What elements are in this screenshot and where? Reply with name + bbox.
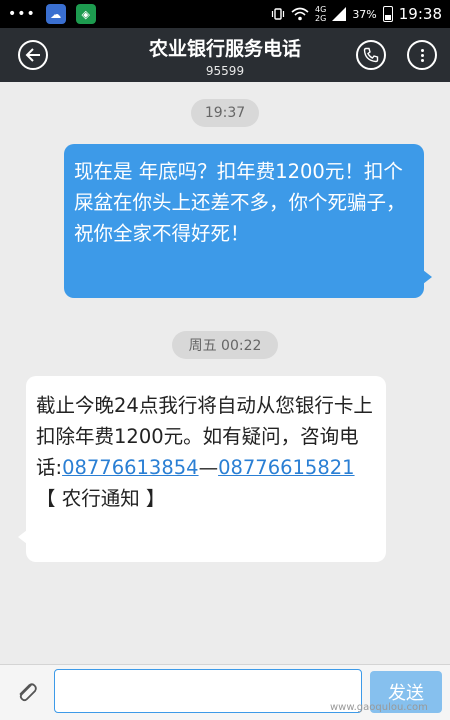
security-app-icon: ◈ (75, 4, 96, 24)
watermark-text: www.gaoqulou.com (330, 702, 428, 713)
more-options-button[interactable] (407, 40, 437, 70)
call-button[interactable] (356, 40, 386, 70)
conversation-header: 农业银行服务电话 95599 (0, 28, 450, 82)
wifi-icon (291, 7, 309, 21)
sent-message-bubble[interactable]: 现在是 年底吗？扣年费1200元！扣个屎盆在你头上还差不多，你个死骗子，祝你全家… (64, 144, 432, 298)
signal-icon (332, 7, 347, 21)
weather-app-icon: ☁ (45, 4, 66, 24)
phone-icon (363, 47, 379, 63)
received-message-signature: 【 农行通知 】 (36, 487, 166, 510)
message-input[interactable] (54, 669, 362, 713)
network-type-secondary: 2G (315, 14, 327, 23)
phone-link[interactable]: 08776613854 (62, 456, 198, 479)
more-dot-icon (420, 58, 424, 62)
sent-message-text: 现在是 年底吗？扣年费1200元！扣个屎盆在你头上还差不多，你个死骗子，祝你全家… (74, 160, 406, 245)
more-dot-icon (420, 48, 424, 52)
message-timestamp: 周五 00:22 (172, 331, 278, 359)
received-message-bubble[interactable]: 截止今晚24点我行将自动从您银行卡上扣除年费1200元。如有疑问，咨询电话:08… (18, 376, 386, 562)
status-right: 4G 2G 37% 19:38 (271, 5, 442, 23)
vibrate-icon (271, 8, 285, 20)
battery-percent: 37% (352, 7, 377, 21)
attach-button[interactable] (14, 679, 40, 705)
network-indicator: 4G 2G (315, 5, 326, 23)
more-dot-icon (420, 53, 424, 57)
phone-separator: — (198, 456, 219, 479)
status-clock: 19:38 (398, 5, 442, 23)
paperclip-icon (19, 683, 37, 702)
network-type: 4G (315, 5, 327, 14)
contact-number: 95599 (205, 64, 245, 78)
notification-dots: ••• (8, 6, 36, 22)
message-timestamp: 19:37 (191, 99, 259, 127)
phone-link[interactable]: 08776615821 (218, 456, 354, 479)
status-bar: ••• ☁ ◈ 4G 2G 37% 19:38 (0, 0, 450, 28)
battery-icon (382, 6, 393, 22)
